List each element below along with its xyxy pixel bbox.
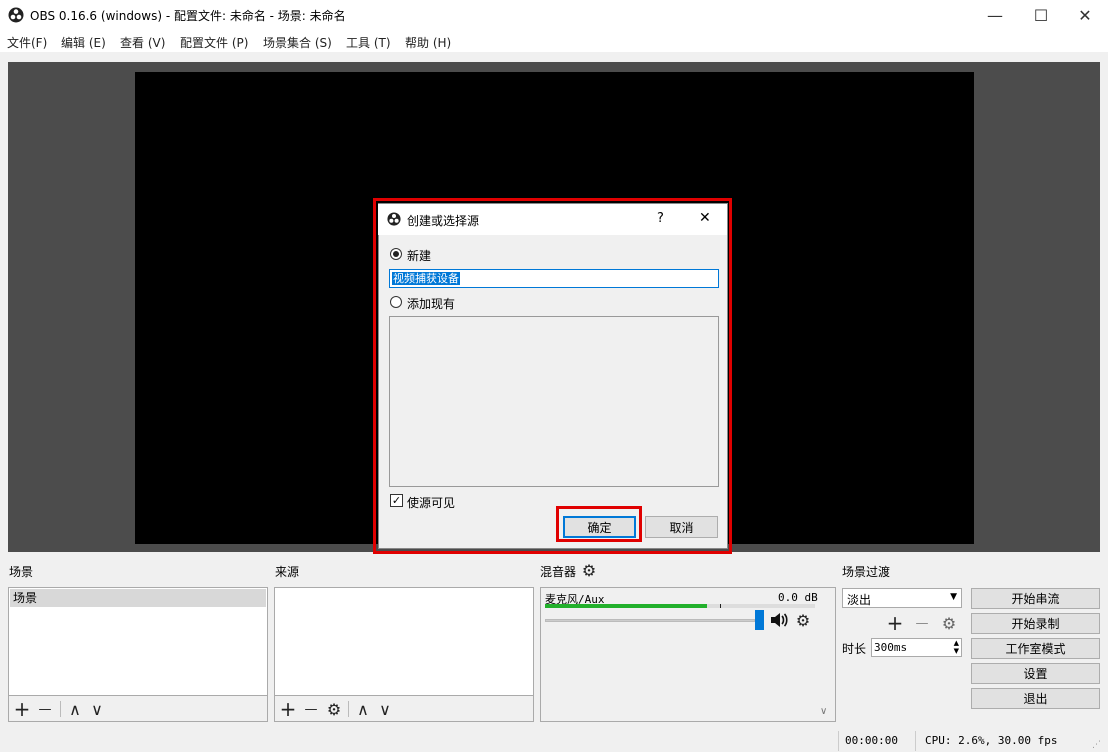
title-bar: OBS 0.16.6 (windows) - 配置文件: 未命名 - 场景: 未… bbox=[0, 0, 1108, 30]
settings-button[interactable]: 设置 bbox=[971, 663, 1100, 684]
dialog-highlight-box bbox=[373, 198, 732, 554]
move-scene-down-icon[interactable]: ∨ bbox=[87, 699, 107, 719]
status-time: 00:00:00 bbox=[845, 734, 898, 747]
audio-meter bbox=[545, 604, 815, 608]
volume-slider-track[interactable] bbox=[545, 619, 755, 622]
audio-meter-fill bbox=[545, 604, 707, 608]
transition-selected-value: 淡出 bbox=[847, 593, 872, 607]
mixer-gear-icon[interactable]: ⚙ bbox=[580, 561, 598, 580]
add-source-icon[interactable]: + bbox=[278, 697, 298, 721]
minimize-button[interactable]: — bbox=[972, 0, 1018, 30]
remove-source-icon[interactable]: — bbox=[301, 699, 321, 719]
menu-help[interactable]: 帮助 (H) bbox=[405, 34, 451, 51]
duration-value: 300ms bbox=[874, 641, 908, 654]
add-scene-icon[interactable]: + bbox=[12, 697, 32, 721]
status-divider bbox=[915, 731, 916, 751]
speaker-icon[interactable] bbox=[770, 612, 788, 631]
menu-tools[interactable]: 工具 (T) bbox=[346, 34, 391, 51]
menu-file[interactable]: 文件(F) bbox=[7, 34, 47, 51]
spin-arrows-icon[interactable]: ▲ ▼ bbox=[954, 639, 959, 655]
volume-slider-thumb[interactable] bbox=[755, 610, 764, 630]
meter-peak-marker bbox=[720, 604, 721, 608]
scenes-list[interactable]: 场景 bbox=[8, 587, 268, 696]
toolbar-divider bbox=[60, 701, 61, 717]
studio-mode-button[interactable]: 工作室模式 bbox=[971, 638, 1100, 659]
menu-view[interactable]: 查看 (V) bbox=[120, 34, 165, 51]
transition-properties-gear-icon[interactable]: ⚙ bbox=[939, 613, 959, 633]
sources-list[interactable] bbox=[274, 587, 534, 696]
scene-item[interactable]: 场景 bbox=[10, 589, 266, 607]
status-divider bbox=[838, 731, 839, 751]
move-source-up-icon[interactable]: ∧ bbox=[353, 699, 373, 719]
sources-header: 来源 bbox=[275, 565, 300, 579]
move-scene-up-icon[interactable]: ∧ bbox=[65, 699, 85, 719]
maximize-button[interactable]: ☐ bbox=[1018, 0, 1064, 30]
transition-select[interactable]: 淡出 ▼ bbox=[842, 588, 962, 608]
menu-edit[interactable]: 编辑 (E) bbox=[61, 34, 106, 51]
window-title: OBS 0.16.6 (windows) - 配置文件: 未命名 - 场景: 未… bbox=[30, 9, 346, 23]
remove-scene-icon[interactable]: — bbox=[35, 699, 55, 719]
menu-scene-collection[interactable]: 场景集合 (S) bbox=[263, 34, 332, 51]
obs-logo-icon bbox=[8, 7, 24, 23]
resize-grip-icon[interactable]: ⋰ bbox=[1092, 740, 1101, 750]
remove-transition-icon[interactable]: — bbox=[912, 613, 932, 633]
status-cpu: CPU: 2.6%, 30.00 fps bbox=[925, 734, 1058, 747]
source-properties-gear-icon[interactable]: ⚙ bbox=[324, 699, 344, 719]
menu-bar bbox=[0, 30, 1108, 52]
start-recording-button[interactable]: 开始录制 bbox=[971, 613, 1100, 634]
dropdown-arrow-icon: ▼ bbox=[950, 592, 957, 602]
add-transition-icon[interactable]: + bbox=[885, 611, 905, 635]
mixer-header: 混音器 bbox=[540, 565, 577, 579]
start-streaming-button[interactable]: 开始串流 bbox=[971, 588, 1100, 609]
scroll-down-icon[interactable]: ∨ bbox=[820, 706, 827, 717]
mixer-db-value: 0.0 dB bbox=[778, 591, 818, 604]
scenes-header: 场景 bbox=[9, 565, 34, 579]
move-source-down-icon[interactable]: ∨ bbox=[375, 699, 395, 719]
ok-highlight-box bbox=[556, 506, 642, 542]
duration-label: 时长 bbox=[842, 642, 867, 656]
close-window-button[interactable]: ✕ bbox=[1062, 0, 1108, 30]
duration-spinbox[interactable]: 300ms ▲ ▼ bbox=[871, 638, 962, 657]
transitions-header: 场景过渡 bbox=[842, 565, 891, 579]
menu-profile[interactable]: 配置文件 (P) bbox=[180, 34, 248, 51]
channel-settings-gear-icon[interactable]: ⚙ bbox=[794, 611, 812, 630]
exit-button[interactable]: 退出 bbox=[971, 688, 1100, 709]
toolbar-divider bbox=[348, 701, 349, 717]
